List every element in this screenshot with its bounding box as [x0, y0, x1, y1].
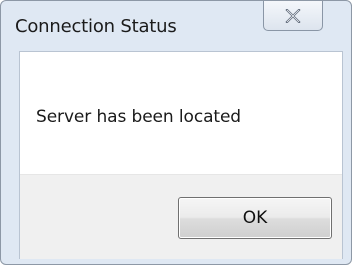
- status-message: Server has been located: [36, 107, 241, 127]
- dialog-title: Connection Status: [15, 16, 177, 37]
- button-bar: OK: [20, 174, 342, 259]
- dialog-window: Connection Status Server has been locate…: [0, 0, 352, 265]
- ok-button[interactable]: OK: [178, 197, 332, 239]
- close-icon: [285, 8, 301, 23]
- close-button[interactable]: [263, 1, 323, 31]
- dialog-body: Server has been located OK: [19, 51, 343, 259]
